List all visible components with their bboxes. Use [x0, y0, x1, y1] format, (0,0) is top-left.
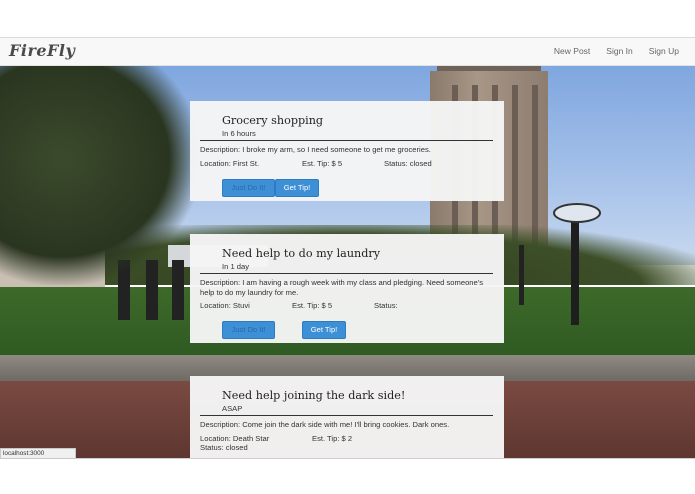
post-tip: Est. Tip: $ 5 [292, 301, 333, 310]
post-tip: Est. Tip: $ 5 [302, 159, 343, 168]
sign-up-link[interactable]: Sign Up [649, 46, 679, 56]
get-tip-button[interactable]: Get Tip! [302, 321, 346, 339]
post-location: Location: First St. [200, 159, 260, 168]
brand-logo[interactable]: FireFly [9, 41, 75, 60]
divider [200, 415, 493, 416]
just-do-it-button[interactable]: Just Do It! [222, 179, 275, 197]
post-time: In 1 day [222, 262, 250, 271]
post-status: Status: closed [200, 443, 248, 452]
browser-status-url: localhost:3000 [0, 448, 76, 459]
browser-viewport: FireFly New Post Sign In Sign Up Grocery… [0, 37, 695, 459]
post-tip: Est. Tip: $ 2 [312, 434, 353, 443]
new-post-link[interactable]: New Post [554, 46, 590, 56]
post-title: Need help joining the dark side! [222, 389, 406, 402]
post-description: Description: I broke my arm, so I need s… [200, 145, 431, 154]
post-title: Grocery shopping [222, 114, 324, 127]
post-status: Status: closed [384, 159, 432, 168]
post-description: Description: I am having a rough week wi… [200, 278, 483, 297]
post-time: ASAP [222, 404, 243, 413]
post-location: Location: Death Star [200, 434, 270, 443]
just-do-it-button[interactable]: Just Do It! [222, 321, 275, 339]
get-tip-button[interactable]: Get Tip! [275, 179, 319, 197]
nav-links: New Post Sign In Sign Up [554, 46, 679, 56]
post-status: Status: [374, 301, 398, 310]
divider [200, 140, 493, 141]
post-card: Grocery shopping In 6 hours Description:… [190, 101, 504, 201]
post-card: Need help to do my laundry In 1 day Desc… [190, 234, 504, 343]
post-title: Need help to do my laundry [222, 247, 381, 260]
post-description: Description: Come join the dark side wit… [200, 420, 450, 429]
post-card: Need help joining the dark side! ASAP De… [190, 376, 504, 458]
sign-in-link[interactable]: Sign In [606, 46, 632, 56]
post-location: Location: Stuvi [200, 301, 250, 310]
divider [200, 273, 493, 274]
navbar: FireFly New Post Sign In Sign Up [0, 38, 695, 66]
post-time: In 6 hours [222, 129, 256, 138]
